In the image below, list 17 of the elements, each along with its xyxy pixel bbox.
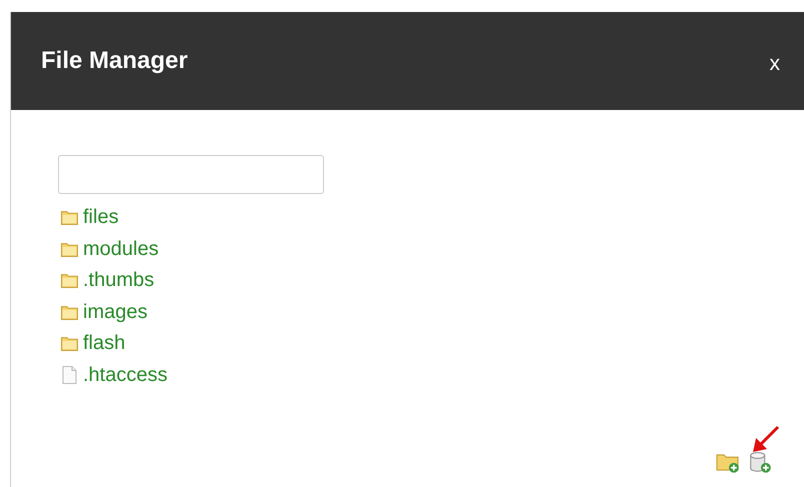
file-link[interactable]: modules — [83, 238, 159, 261]
file-link[interactable]: .htaccess — [83, 364, 168, 387]
arrow-icon — [750, 425, 780, 455]
input-field[interactable] — [58, 155, 324, 194]
file-icon — [61, 366, 78, 384]
window-title: File Manager — [41, 47, 188, 75]
file-link[interactable]: files — [83, 206, 119, 230]
close-button[interactable]: x — [770, 52, 780, 76]
new-folder-icon[interactable] — [716, 452, 740, 473]
folder-icon — [61, 273, 78, 288]
folder-icon — [61, 336, 78, 352]
file-link[interactable]: images — [83, 300, 148, 324]
file-link[interactable]: flash — [83, 332, 126, 356]
folder-icon — [61, 210, 78, 226]
folder-icon — [61, 304, 78, 320]
file-link[interactable]: .thumbs — [83, 269, 154, 292]
folder-icon — [61, 242, 78, 257]
